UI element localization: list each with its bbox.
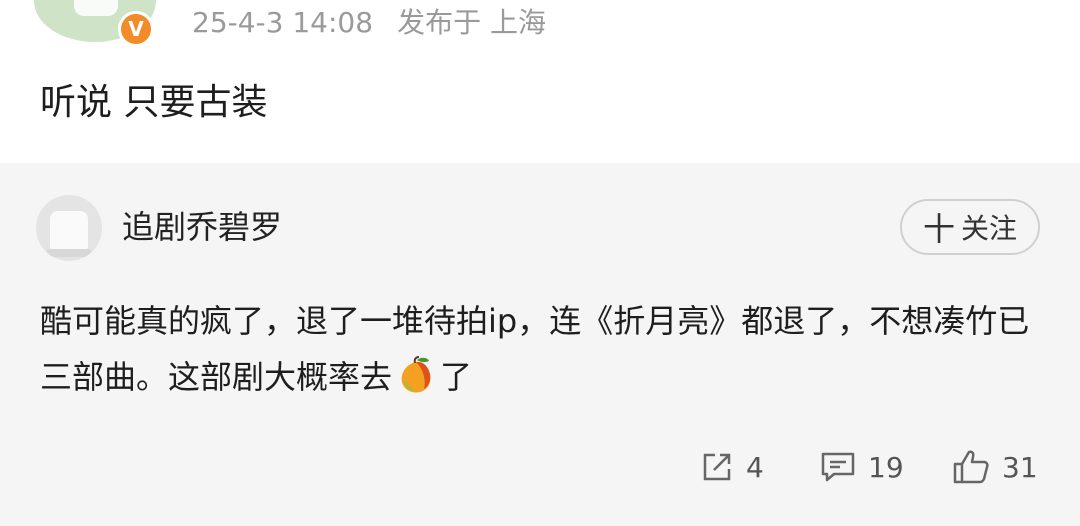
reply-text-tail: 了 xyxy=(440,358,473,396)
post-header-area: V 25-4-3 14:08 发布于 上海 听说 只要古装 xyxy=(0,0,1080,163)
comment-count: 19 xyxy=(868,450,904,484)
follow-button[interactable]: 十 关注 xyxy=(900,199,1040,255)
comment-icon xyxy=(821,452,855,482)
share-count: 4 xyxy=(746,450,764,484)
post-date: 25-4-3 14:08 xyxy=(192,6,374,39)
mango-emoji xyxy=(401,356,431,393)
reply-username[interactable]: 追剧乔碧罗 xyxy=(122,205,282,249)
reply-text-main: 酷可能真的疯了，退了一堆待拍ip，连《折月亮》都退了，不想凑竹已三部曲。这部剧大… xyxy=(40,302,1030,396)
plus-icon: 十 xyxy=(922,210,955,248)
follow-label: 关注 xyxy=(961,212,1018,245)
comment-button[interactable]: 19 xyxy=(820,445,904,489)
like-icon xyxy=(953,450,989,484)
post-meta: 25-4-3 14:08 发布于 上海 xyxy=(192,0,570,46)
like-count: 31 xyxy=(1002,450,1038,484)
like-button[interactable]: 31 xyxy=(952,445,1038,489)
verified-badge-icon: V xyxy=(118,11,154,47)
share-icon xyxy=(703,453,731,481)
reply-card: 追剧乔碧罗 十 关注 酷可能真的疯了，退了一堆待拍ip，连《折月亮》都退了，不想… xyxy=(0,163,1080,526)
post-text: 听说 只要古装 xyxy=(40,82,268,123)
reply-avatar[interactable] xyxy=(36,195,102,261)
reply-text: 酷可能真的疯了，退了一堆待拍ip，连《折月亮》都退了，不想凑竹已三部曲。这部剧大… xyxy=(40,293,1030,405)
action-bar: 4 19 31 xyxy=(0,445,1080,489)
share-button[interactable]: 4 xyxy=(700,445,764,489)
post-location: 发布于 上海 xyxy=(397,6,546,39)
